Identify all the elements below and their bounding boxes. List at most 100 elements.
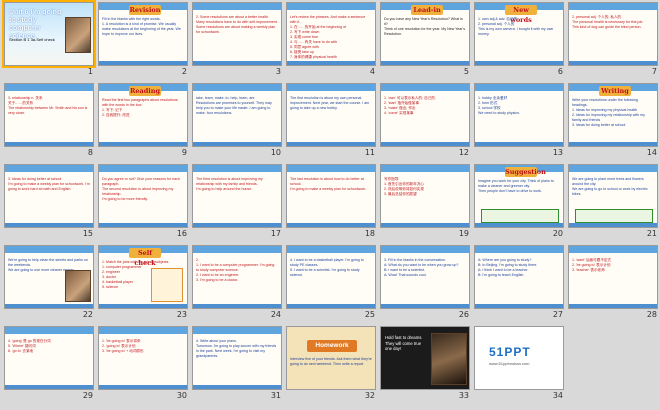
slide-body-text: take, learn, make, to, help, learn, are … <box>196 96 272 115</box>
slide-preview[interactable]: 4. Write about your plans. Tomorrow, I'm… <box>192 326 282 390</box>
slide-preview[interactable]: Homework Interview five of your friends. … <box>286 326 376 390</box>
slide-preview[interactable]: Suggestion Imagine you work for your city… <box>474 164 564 228</box>
slide-top-bar <box>5 246 93 253</box>
slide-bottom-bar <box>193 142 281 146</box>
slide-banner: Writing <box>599 86 631 96</box>
slide-number: 20 <box>552 229 563 238</box>
slide-preview[interactable]: 写作指导: 1. 首先引出你的新年决心 2. 然后说明你将如何实现 3. 最后总… <box>380 164 470 228</box>
slide-bottom-bar <box>193 385 281 389</box>
slide-top-bar <box>193 165 281 172</box>
slide-body-text: 3. Fill in the blanks in the conversatio… <box>384 258 459 277</box>
slide-preview[interactable]: take, learn, make, to, help, learn, are … <box>192 83 282 147</box>
slide-body-text: Do you agree or not? Give your reasons f… <box>102 177 180 201</box>
slide-number: 18 <box>364 229 375 238</box>
slide-preview[interactable]: 4. I want to be a basketball player. I'm… <box>286 245 376 309</box>
slide-thumbnail-26[interactable]: 3. Fill in the blanks in the conversatio… <box>380 245 470 322</box>
slide-preview[interactable]: 3. Ideas for doing better at school I'm … <box>4 164 94 228</box>
slide-thumbnail-19[interactable]: 写作指导: 1. 首先引出你的新年决心 2. 然后说明你将如何实现 3. 最后总… <box>380 164 470 241</box>
slide-top-bar <box>381 165 469 172</box>
slide-preview[interactable]: The third resolution is about improving … <box>192 164 282 228</box>
slide-preview[interactable]: We are going to plant more trees and flo… <box>568 164 658 228</box>
slide-preview[interactable]: 1. hobby 业余爱好 2. form 形式 3. school 学校 We… <box>474 83 564 147</box>
slide-preview[interactable]: The first resolution is about my own per… <box>286 83 376 147</box>
slide-thumbnail-3[interactable]: 2. Some resolutions are about a better h… <box>192 2 282 79</box>
slide-thumbnail-4[interactable]: Let's review the phrases. And make a sen… <box>286 2 376 79</box>
slide-number: 10 <box>270 148 281 157</box>
slide-thumbnail-25[interactable]: 4. I want to be a basketball player. I'm… <box>286 245 376 322</box>
slide-preview[interactable]: 1. 'want' 后面可跟不定式 2. 'be going to' 表示计划 … <box>568 245 658 309</box>
slide-body-text: 1. own adj.& adv. 自己的 2. personal adj. 个… <box>478 17 554 36</box>
slide-preview[interactable]: Lead-in Do you have any New Year's Resolu… <box>380 2 470 66</box>
slide-number: 6 <box>557 67 563 76</box>
slide-thumbnail-13[interactable]: 1. hobby 业余爱好 2. form 形式 3. school 学校 We… <box>474 83 564 160</box>
slide-thumbnail-30[interactable]: 1. 'be going to' 表示将来 2. 'going to' 表示计划… <box>98 326 188 403</box>
slide-bottom-bar <box>193 223 281 227</box>
slide-preview[interactable]: 2. 1. I want to be a computer programmer… <box>192 245 282 309</box>
slide-thumbnail-12[interactable]: 1. 'own' 可以表示私人的; 自己的. 2. 'start' 指开始做某事… <box>380 83 470 160</box>
slide-thumbnail-33[interactable]: Hold fast to dreams. They will come true… <box>380 326 470 403</box>
slide-preview[interactable]: Reading Read the first two paragraphs abo… <box>98 83 188 147</box>
slide-body-text: Read the first two paragraphs about reso… <box>102 98 178 117</box>
slide-thumbnail-34[interactable]: 51PPT www.51pptmoban.com 34 <box>474 326 564 403</box>
slide-preview[interactable]: We're going to help clean the streets an… <box>4 245 94 309</box>
slide-number: 25 <box>364 310 375 319</box>
slide-number: 3 <box>275 67 281 76</box>
slide-thumbnail-31[interactable]: 4. Write about your plans. Tomorrow, I'm… <box>192 326 282 403</box>
slide-preview[interactable]: Do you agree or not? Give your reasons f… <box>98 164 188 228</box>
slide-thumbnail-17[interactable]: The third resolution is about improving … <box>192 164 282 241</box>
slide-preview[interactable]: Self check 1. Match the jobs with the sch… <box>98 245 188 309</box>
slide-thumbnail-24[interactable]: 2. 1. I want to be a computer programmer… <box>192 245 282 322</box>
slide-body-text: 3. relationship n. 关系 关于……的关系 The relati… <box>8 96 88 115</box>
slide-thumbnail-21[interactable]: We are going to plant more trees and flo… <box>568 164 658 241</box>
slide-thumbnail-27[interactable]: A: Where are you going to study? B: In B… <box>474 245 564 322</box>
slide-thumbnail-22[interactable]: We're going to help clean the streets an… <box>4 245 94 322</box>
slide-preview[interactable]: 1. 'own' 可以表示私人的; 自己的. 2. 'start' 指开始做某事… <box>380 83 470 147</box>
slide-number: 17 <box>270 229 281 238</box>
slide-bottom-bar <box>99 385 187 389</box>
slide-bottom-bar <box>381 142 469 146</box>
slide-number: 22 <box>82 310 93 319</box>
slide-preview[interactable]: 2. personal adj. 个人的; 私人的 The personal h… <box>568 2 658 66</box>
slide-thumbnail-10[interactable]: take, learn, make, to, help, learn, are … <box>192 83 282 160</box>
slide-thumbnail-16[interactable]: Do you agree or not? Give your reasons f… <box>98 164 188 241</box>
slide-thumbnail-1[interactable]: Unit 6 I'm going to study computer scien… <box>2 0 96 79</box>
slide-preview[interactable]: 2. Some resolutions are about a better h… <box>192 2 282 66</box>
slide-preview[interactable]: Writing Write your resolutions under the … <box>568 83 658 147</box>
slide-body-text: Imagine you work for your city. Think of… <box>478 179 554 193</box>
slide-preview[interactable]: New words 1. own adj.& adv. 自己的 2. person… <box>474 2 564 66</box>
slide-preview[interactable]: 1. 'be going to' 表示将来 2. 'going to' 表示计划… <box>98 326 188 390</box>
slide-thumbnail-8[interactable]: 3. relationship n. 关系 关于……的关系 The relati… <box>4 83 94 160</box>
slide-thumbnail-32[interactable]: Homework Interview five of your friends. … <box>286 326 376 403</box>
slide-preview[interactable]: 3. Fill in the blanks in the conversatio… <box>380 245 470 309</box>
slide-preview[interactable]: Hold fast to dreams. They will come true… <box>380 326 470 390</box>
slide-number: 32 <box>364 391 375 400</box>
slide-number: 34 <box>552 391 563 400</box>
slide-thumbnail-23[interactable]: Self check 1. Match the jobs with the sch… <box>98 245 188 322</box>
slide-preview[interactable]: Unit 6 I'm going to study computer scien… <box>2 0 96 68</box>
slide-thumbnail-9[interactable]: Reading Read the first two paragraphs abo… <box>98 83 188 160</box>
slide-subtitle: Section B 1 3a-Self check <box>9 37 55 42</box>
slide-thumbnail-29[interactable]: 4. 'going' 是 go 的现在分词 5. 'Where' 疑问词 6. … <box>4 326 94 403</box>
slide-thumbnail-5[interactable]: Lead-in Do you have any New Year's Resolu… <box>380 2 470 79</box>
slide-top-bar <box>475 84 563 91</box>
slide-preview[interactable]: A: Where are you going to study? B: In B… <box>474 245 564 309</box>
slide-thumbnail-11[interactable]: The first resolution is about my own per… <box>286 83 376 160</box>
slide-preview[interactable]: 3. relationship n. 关系 关于……的关系 The relati… <box>4 83 94 147</box>
slide-thumbnail-7[interactable]: 2. personal adj. 个人的; 私人的 The personal h… <box>568 2 658 79</box>
slide-thumbnail-15[interactable]: 3. Ideas for doing better at school I'm … <box>4 164 94 241</box>
slide-number: 27 <box>552 310 563 319</box>
slide-top-bar <box>569 246 657 253</box>
slide-preview[interactable]: 51PPT www.51pptmoban.com <box>474 326 564 390</box>
slide-preview[interactable]: Let's review the phrases. And make a sen… <box>286 2 376 66</box>
slide-thumbnail-18[interactable]: The last resolution is about how to do b… <box>286 164 376 241</box>
slide-preview[interactable]: 4. 'going' 是 go 的现在分词 5. 'Where' 疑问词 6. … <box>4 326 94 390</box>
slide-preview[interactable]: The last resolution is about how to do b… <box>286 164 376 228</box>
slide-thumbnail-20[interactable]: Suggestion Imagine you work for your city… <box>474 164 564 241</box>
slide-thumbnail-6[interactable]: New words 1. own adj.& adv. 自己的 2. person… <box>474 2 564 79</box>
slide-preview[interactable]: Revision Fill in the blanks with the righ… <box>98 2 188 66</box>
slide-thumbnail-2[interactable]: Revision Fill in the blanks with the righ… <box>98 2 188 79</box>
slide-thumbnail-14[interactable]: Writing Write your resolutions under the … <box>568 83 658 160</box>
slide-thumbnail-28[interactable]: 1. 'want' 后面可跟不定式 2. 'be going to' 表示计划 … <box>568 245 658 322</box>
slide-number: 7 <box>651 67 657 76</box>
slide-number: 1 <box>87 67 93 76</box>
